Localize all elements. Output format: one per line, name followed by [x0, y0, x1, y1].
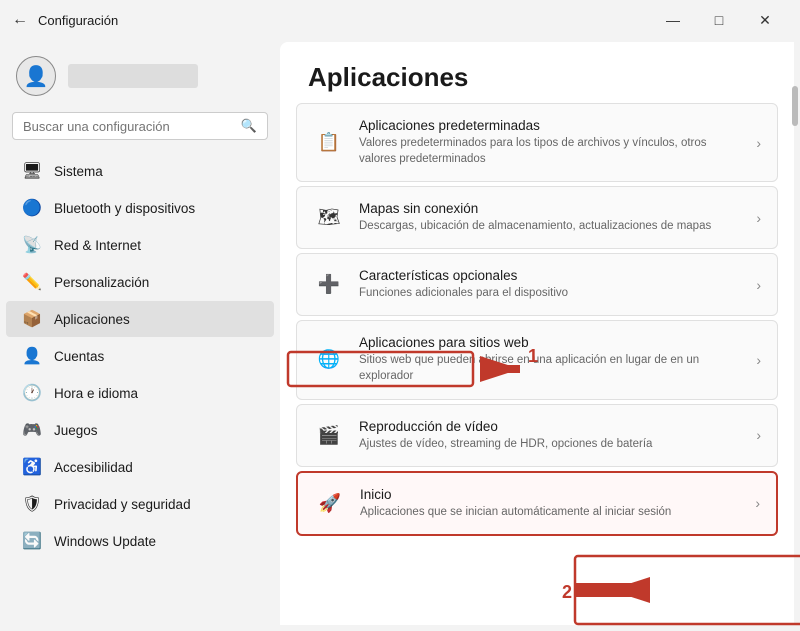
nav-label-update: Windows Update [54, 534, 156, 549]
sidebar-item-juegos[interactable]: 🎮 Juegos [6, 412, 274, 448]
nav-label-personalizacion: Personalización [54, 275, 149, 290]
settings-icon-mapas: 🗺 [313, 202, 345, 234]
avatar: 👤 [16, 56, 56, 96]
sidebar-item-sistema[interactable]: 🖥 Sistema [6, 153, 274, 189]
settings-title-mapas: Mapas sin conexión [359, 201, 711, 216]
settings-desc-video: Ajustes de vídeo, streaming de HDR, opci… [359, 436, 652, 452]
nav-label-cuentas: Cuentas [54, 349, 104, 364]
nav-icon-accesibilidad: ♿ [22, 457, 42, 477]
scroll-indicator [792, 86, 798, 126]
nav-icon-aplicaciones: 📦 [22, 309, 42, 329]
nav-label-red: Red & Internet [54, 238, 141, 253]
settings-item-left-video: 🎬 Reproducción de vídeo Ajustes de vídeo, … [313, 419, 756, 452]
sidebar-item-privacidad[interactable]: 🛡 Privacidad y seguridad [6, 486, 274, 522]
settings-list: 📋 Aplicaciones predeterminadas Valores pre… [280, 103, 794, 556]
user-name-placeholder [68, 64, 198, 88]
settings-text-inicio: Inicio Aplicaciones que se inician automá… [360, 487, 671, 520]
nav-label-hora: Hora e idioma [54, 386, 138, 401]
settings-title-video: Reproducción de vídeo [359, 419, 652, 434]
settings-chevron-sitios: › [756, 352, 761, 368]
settings-title-predeterminadas: Aplicaciones predeterminadas [359, 118, 739, 133]
nav-icon-hora: 🕐 [22, 383, 42, 403]
settings-chevron-predeterminadas: › [756, 135, 761, 151]
nav-icon-update: 🔄 [22, 531, 42, 551]
settings-item-opcionales[interactable]: ➕ Características opcionales Funciones adi… [296, 253, 778, 316]
settings-desc-mapas: Descargas, ubicación de almacenamiento, … [359, 218, 711, 234]
nav-icon-bluetooth: 🔵 [22, 198, 42, 218]
search-input[interactable] [23, 119, 235, 134]
settings-item-left-mapas: 🗺 Mapas sin conexión Descargas, ubicación … [313, 201, 756, 234]
settings-text-sitios: Aplicaciones para sitios web Sitios web q… [359, 335, 739, 384]
settings-title-opcionales: Características opcionales [359, 268, 568, 283]
nav-label-aplicaciones: Aplicaciones [54, 312, 130, 327]
settings-icon-inicio: 🚀 [314, 487, 346, 519]
settings-item-left-inicio: 🚀 Inicio Aplicaciones que se inician autom… [314, 487, 755, 520]
nav-icon-red: 📡 [22, 235, 42, 255]
minimize-button[interactable]: — [650, 6, 696, 34]
overlay-wrapper: Aplicaciones 📋 Aplicaciones predeterminad… [280, 36, 800, 631]
settings-item-predeterminadas[interactable]: 📋 Aplicaciones predeterminadas Valores pre… [296, 103, 778, 182]
nav-icon-personalizacion: ✏️ [22, 272, 42, 292]
sidebar-item-update[interactable]: 🔄 Windows Update [6, 523, 274, 559]
settings-text-mapas: Mapas sin conexión Descargas, ubicación d… [359, 201, 711, 234]
sidebar-item-red[interactable]: 📡 Red & Internet [6, 227, 274, 263]
nav-icon-privacidad: 🛡 [22, 494, 42, 514]
settings-icon-video: 🎬 [313, 419, 345, 451]
settings-text-predeterminadas: Aplicaciones predeterminadas Valores pred… [359, 118, 739, 167]
sidebar: 👤 🔍 🖥 Sistema 🔵 Bluetooth y dispositivos 📡 Re… [0, 36, 280, 631]
nav-list: 🖥 Sistema 🔵 Bluetooth y dispositivos 📡 Red & … [0, 152, 280, 560]
nav-label-privacidad: Privacidad y seguridad [54, 497, 191, 512]
settings-item-left-opcionales: ➕ Características opcionales Funciones adi… [313, 268, 756, 301]
search-box[interactable]: 🔍 [12, 112, 268, 140]
sidebar-item-bluetooth[interactable]: 🔵 Bluetooth y dispositivos [6, 190, 274, 226]
settings-chevron-video: › [756, 427, 761, 443]
back-icon[interactable]: ← [12, 11, 28, 29]
settings-item-left-sitios: 🌐 Aplicaciones para sitios web Sitios web … [313, 335, 756, 384]
nav-icon-cuentas: 👤 [22, 346, 42, 366]
search-icon: 🔍 [241, 118, 257, 134]
settings-icon-opcionales: ➕ [313, 269, 345, 301]
sidebar-user: 👤 [0, 46, 280, 112]
window-title: Configuración [38, 13, 118, 28]
settings-desc-inicio: Aplicaciones que se inician automáticame… [360, 504, 671, 520]
settings-chevron-opcionales: › [756, 277, 761, 293]
nav-label-sistema: Sistema [54, 164, 103, 179]
maximize-button[interactable]: □ [696, 6, 742, 34]
settings-item-left-predeterminadas: 📋 Aplicaciones predeterminadas Valores pre… [313, 118, 756, 167]
nav-label-bluetooth: Bluetooth y dispositivos [54, 201, 195, 216]
settings-item-mapas[interactable]: 🗺 Mapas sin conexión Descargas, ubicación … [296, 186, 778, 249]
settings-chevron-inicio: › [755, 495, 760, 511]
settings-item-sitios[interactable]: 🌐 Aplicaciones para sitios web Sitios web … [296, 320, 778, 399]
close-button[interactable]: ✕ [742, 6, 788, 34]
title-bar-left: ← Configuración [12, 11, 118, 29]
page-title: Aplicaciones [280, 42, 794, 103]
sidebar-item-hora[interactable]: 🕐 Hora e idioma [6, 375, 274, 411]
settings-desc-predeterminadas: Valores predeterminados para los tipos d… [359, 135, 739, 167]
settings-text-video: Reproducción de vídeo Ajustes de vídeo, s… [359, 419, 652, 452]
sidebar-item-cuentas[interactable]: 👤 Cuentas [6, 338, 274, 374]
settings-icon-predeterminadas: 📋 [313, 127, 345, 159]
settings-text-opcionales: Características opcionales Funciones adic… [359, 268, 568, 301]
settings-icon-sitios: 🌐 [313, 344, 345, 376]
settings-title-sitios: Aplicaciones para sitios web [359, 335, 739, 350]
settings-title-inicio: Inicio [360, 487, 671, 502]
nav-icon-juegos: 🎮 [22, 420, 42, 440]
nav-icon-sistema: 🖥 [22, 161, 42, 181]
sidebar-item-aplicaciones[interactable]: 📦 Aplicaciones [6, 301, 274, 337]
nav-label-juegos: Juegos [54, 423, 98, 438]
content-area: Aplicaciones 📋 Aplicaciones predeterminad… [280, 42, 794, 625]
nav-label-accesibilidad: Accesibilidad [54, 460, 133, 475]
settings-item-inicio[interactable]: 🚀 Inicio Aplicaciones que se inician autom… [296, 471, 778, 536]
sidebar-item-accesibilidad[interactable]: ♿ Accesibilidad [6, 449, 274, 485]
settings-item-video[interactable]: 🎬 Reproducción de vídeo Ajustes de vídeo, … [296, 404, 778, 467]
window-controls: — □ ✕ [650, 6, 788, 34]
settings-desc-sitios: Sitios web que pueden abrirse en una apl… [359, 352, 739, 384]
sidebar-item-personalizacion[interactable]: ✏️ Personalización [6, 264, 274, 300]
settings-chevron-mapas: › [756, 210, 761, 226]
settings-desc-opcionales: Funciones adicionales para el dispositiv… [359, 285, 568, 301]
